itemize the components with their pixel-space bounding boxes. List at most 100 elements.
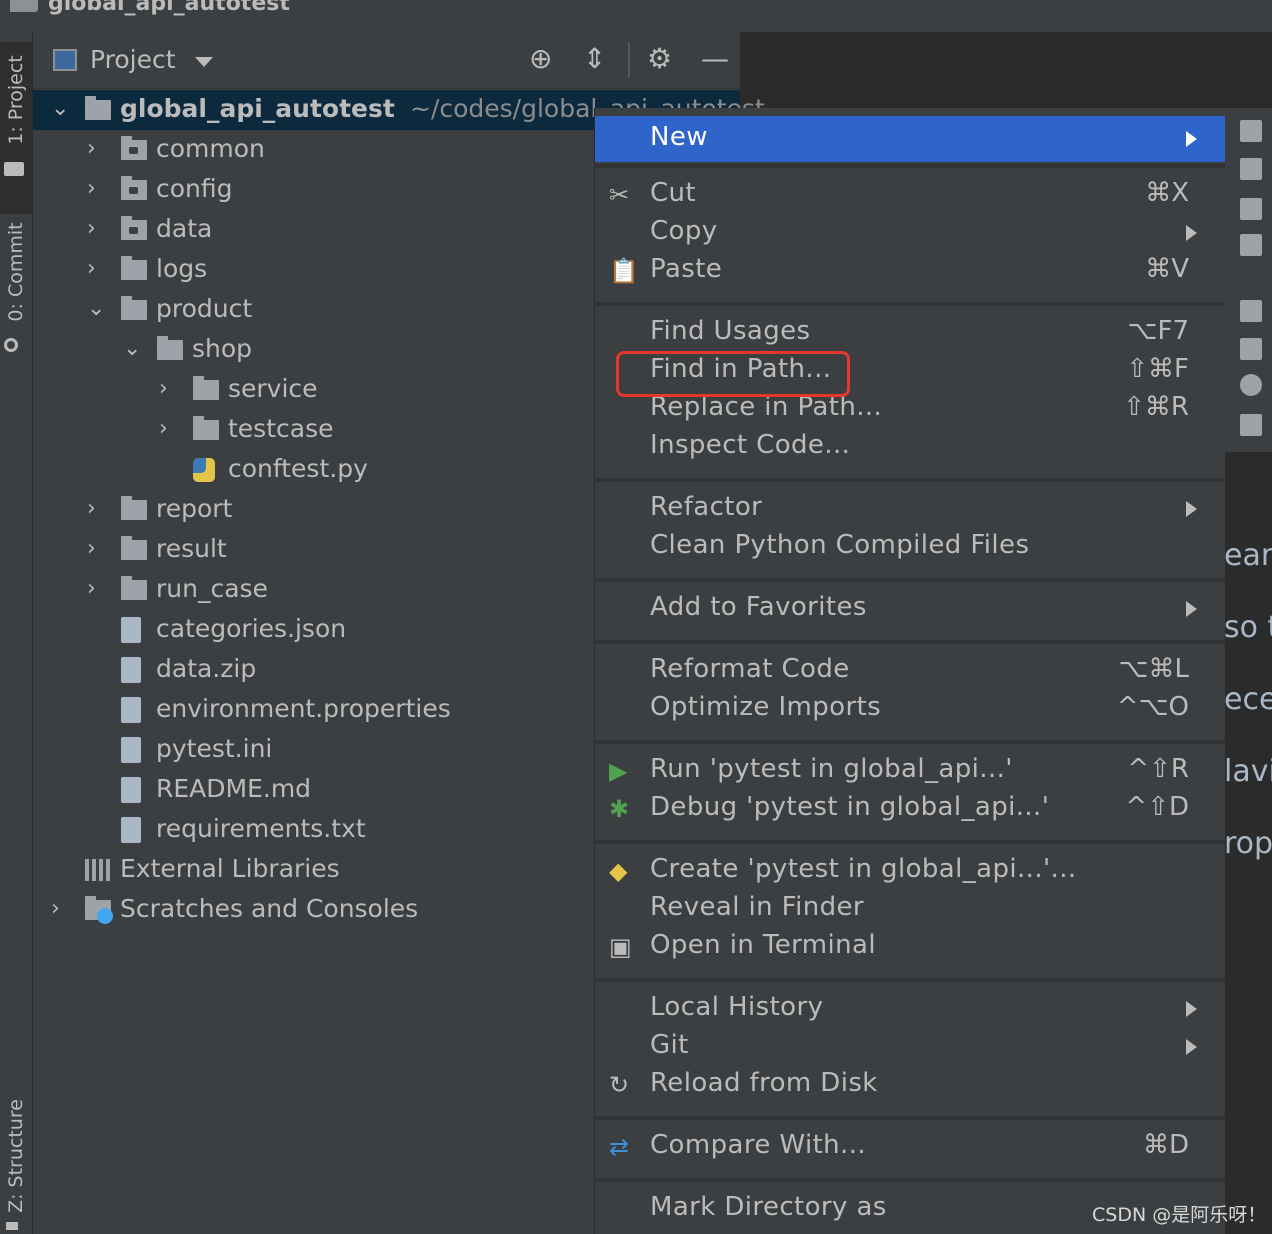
chevron-right-icon[interactable]: › [87, 216, 96, 241]
chevron-down-icon[interactable] [195, 57, 213, 67]
menu-item-label: Clean Python Compiled Files [650, 530, 1030, 560]
folder-icon[interactable] [1240, 198, 1262, 220]
chevron-right-icon[interactable]: › [87, 576, 96, 601]
menu-item-run-pytest-in-global-api[interactable]: ▶ Run 'pytest in global_api...' ^⇧R [595, 752, 1225, 790]
annotation-box [616, 351, 850, 397]
chevron-right-icon[interactable]: › [159, 416, 168, 441]
tree-item-label: requirements.txt [156, 814, 366, 843]
chevron-right-icon[interactable]: › [87, 256, 96, 281]
tab-commit[interactable]: 0: Commit [5, 222, 27, 321]
compare-icon: ⇄ [609, 1133, 630, 1161]
menu-item-debug-pytest-in-global-api[interactable]: ✱ Debug 'pytest in global_api...' ^⇧D [595, 790, 1225, 828]
chevron-right-icon[interactable]: › [87, 136, 96, 161]
tree-item-label: categories.json [156, 614, 347, 643]
collapse-all-icon[interactable]: ⇕ [583, 44, 606, 74]
reload-icon: ↻ [609, 1071, 630, 1099]
html-file-icon[interactable] [1240, 338, 1262, 360]
menu-item-compare-with[interactable]: ⇄ Compare With... ⌘D [595, 1128, 1225, 1166]
folder-icon [121, 216, 147, 240]
menu-separator [595, 478, 1225, 482]
submenu-arrow-icon [1186, 131, 1197, 147]
clipboard-icon: 📋 [609, 257, 639, 285]
editor-side-toolbar [1224, 108, 1272, 452]
python-file-icon [193, 458, 215, 482]
python-file-icon[interactable] [1240, 300, 1262, 322]
project-view-icon [53, 49, 77, 71]
tree-item-label: result [156, 534, 227, 563]
menu-item-new[interactable]: New [595, 116, 1225, 162]
editor-text-fragment: ece [1224, 682, 1272, 717]
tree-item-label: README.md [156, 774, 312, 803]
menu-item-copy[interactable]: Copy [595, 214, 1225, 252]
menu-item-label: Reload from Disk [650, 1068, 878, 1098]
menu-item-label: Reformat Code [650, 654, 850, 684]
menu-item-optimize-imports[interactable]: Optimize Imports ^⌥O [595, 690, 1225, 728]
menu-item-label: Git [650, 1030, 689, 1060]
bug-icon: ✱ [609, 795, 630, 823]
menu-item-reformat-code[interactable]: Reformat Code ⌥⌘L [595, 652, 1225, 690]
menu-item-label: Run 'pytest in global_api...' [650, 754, 1013, 784]
menu-item-shortcut: ⌘X [1145, 178, 1189, 208]
menu-item-add-to-favorites[interactable]: Add to Favorites [595, 590, 1225, 628]
chevron-right-icon[interactable]: › [159, 376, 168, 401]
tab-structure[interactable]: Z: Structure [5, 1099, 27, 1213]
chevron-right-icon[interactable]: › [87, 536, 96, 561]
menu-item-git[interactable]: Git [595, 1028, 1225, 1066]
tree-item-label: product [156, 294, 253, 323]
tree-item-label: pytest.ini [156, 734, 273, 763]
tree-item-label: conftest.py [228, 454, 368, 483]
menu-item-label: Optimize Imports [650, 692, 882, 722]
scissors-icon: ✂ [609, 181, 630, 209]
menu-item-open-in-terminal[interactable]: ▣ Open in Terminal [595, 928, 1225, 966]
submenu-arrow-icon [1186, 501, 1197, 517]
menu-item-cut[interactable]: ✂ Cut ⌘X [595, 176, 1225, 214]
menu-item-label: Create 'pytest in global_api...'... [650, 854, 1077, 884]
menu-item-label: Mark Directory as [650, 1192, 887, 1222]
chevron-down-icon[interactable]: ⌄ [123, 336, 141, 361]
folder-icon[interactable] [1240, 234, 1262, 256]
gear-icon[interactable]: ⚙ [647, 44, 672, 74]
menu-separator [595, 740, 1225, 744]
menu-item-refactor[interactable]: Refactor [595, 490, 1225, 528]
menu-separator [595, 1116, 1225, 1120]
watermark: CSDN @是阿乐呀！ [1092, 1204, 1267, 1226]
menu-separator [595, 640, 1225, 644]
project-view-label[interactable]: Project [90, 45, 176, 74]
chevron-right-icon[interactable]: › [87, 176, 96, 201]
file-icon [121, 737, 141, 763]
menu-item-local-history[interactable]: Local History [595, 990, 1225, 1028]
menu-item-reveal-in-finder[interactable]: Reveal in Finder [595, 890, 1225, 928]
menu-item-shortcut: ^⇧R [1127, 754, 1189, 784]
menu-item-label: New [650, 122, 708, 152]
menu-item-shortcut: ^⇧D [1125, 792, 1189, 822]
chevron-right-icon[interactable]: › [87, 496, 96, 521]
menu-item-reload-from-disk[interactable]: ↻ Reload from Disk [595, 1066, 1225, 1104]
chevron-down-icon[interactable]: ⌄ [87, 296, 105, 321]
menu-item-shortcut: ⇧⌘R [1123, 392, 1189, 422]
minus-icon[interactable]: — [701, 44, 729, 74]
menu-item-paste[interactable]: 📋 Paste ⌘V [595, 252, 1225, 290]
tree-item-label: External Libraries [120, 854, 340, 883]
window-title-bar: global_api_autotest [0, 0, 1272, 32]
commit-icon [4, 338, 18, 352]
menu-item-label: Add to Favorites [650, 592, 867, 622]
file-icon[interactable] [1240, 120, 1262, 142]
tree-item-label: data [156, 214, 213, 243]
gear-icon[interactable] [1240, 374, 1262, 396]
menu-item-find-usages[interactable]: Find Usages ⌥F7 [595, 314, 1225, 352]
chart-icon[interactable] [1240, 414, 1262, 436]
menu-separator [595, 840, 1225, 844]
chevron-right-icon[interactable]: › [51, 896, 60, 921]
menu-item-create-pytest-in-global-api[interactable]: ◆ Create 'pytest in global_api...'... [595, 852, 1225, 890]
crosshair-icon[interactable]: ⊕ [529, 44, 552, 74]
recent-file-icon[interactable] [1240, 158, 1262, 180]
chevron-down-icon[interactable]: ⌄ [51, 96, 69, 121]
tree-item-label: Scratches and Consoles [120, 894, 419, 923]
menu-item-clean-python-compiled-files[interactable]: Clean Python Compiled Files [595, 528, 1225, 566]
menu-item-inspect-code[interactable]: Inspect Code... [595, 428, 1225, 466]
tab-project[interactable]: 1: Project [5, 55, 27, 145]
editor-text-fragment: so t [1224, 610, 1272, 645]
file-icon [121, 697, 141, 723]
tree-item-label: global_api_autotest [120, 94, 395, 123]
tree-item-label: testcase [228, 414, 334, 443]
